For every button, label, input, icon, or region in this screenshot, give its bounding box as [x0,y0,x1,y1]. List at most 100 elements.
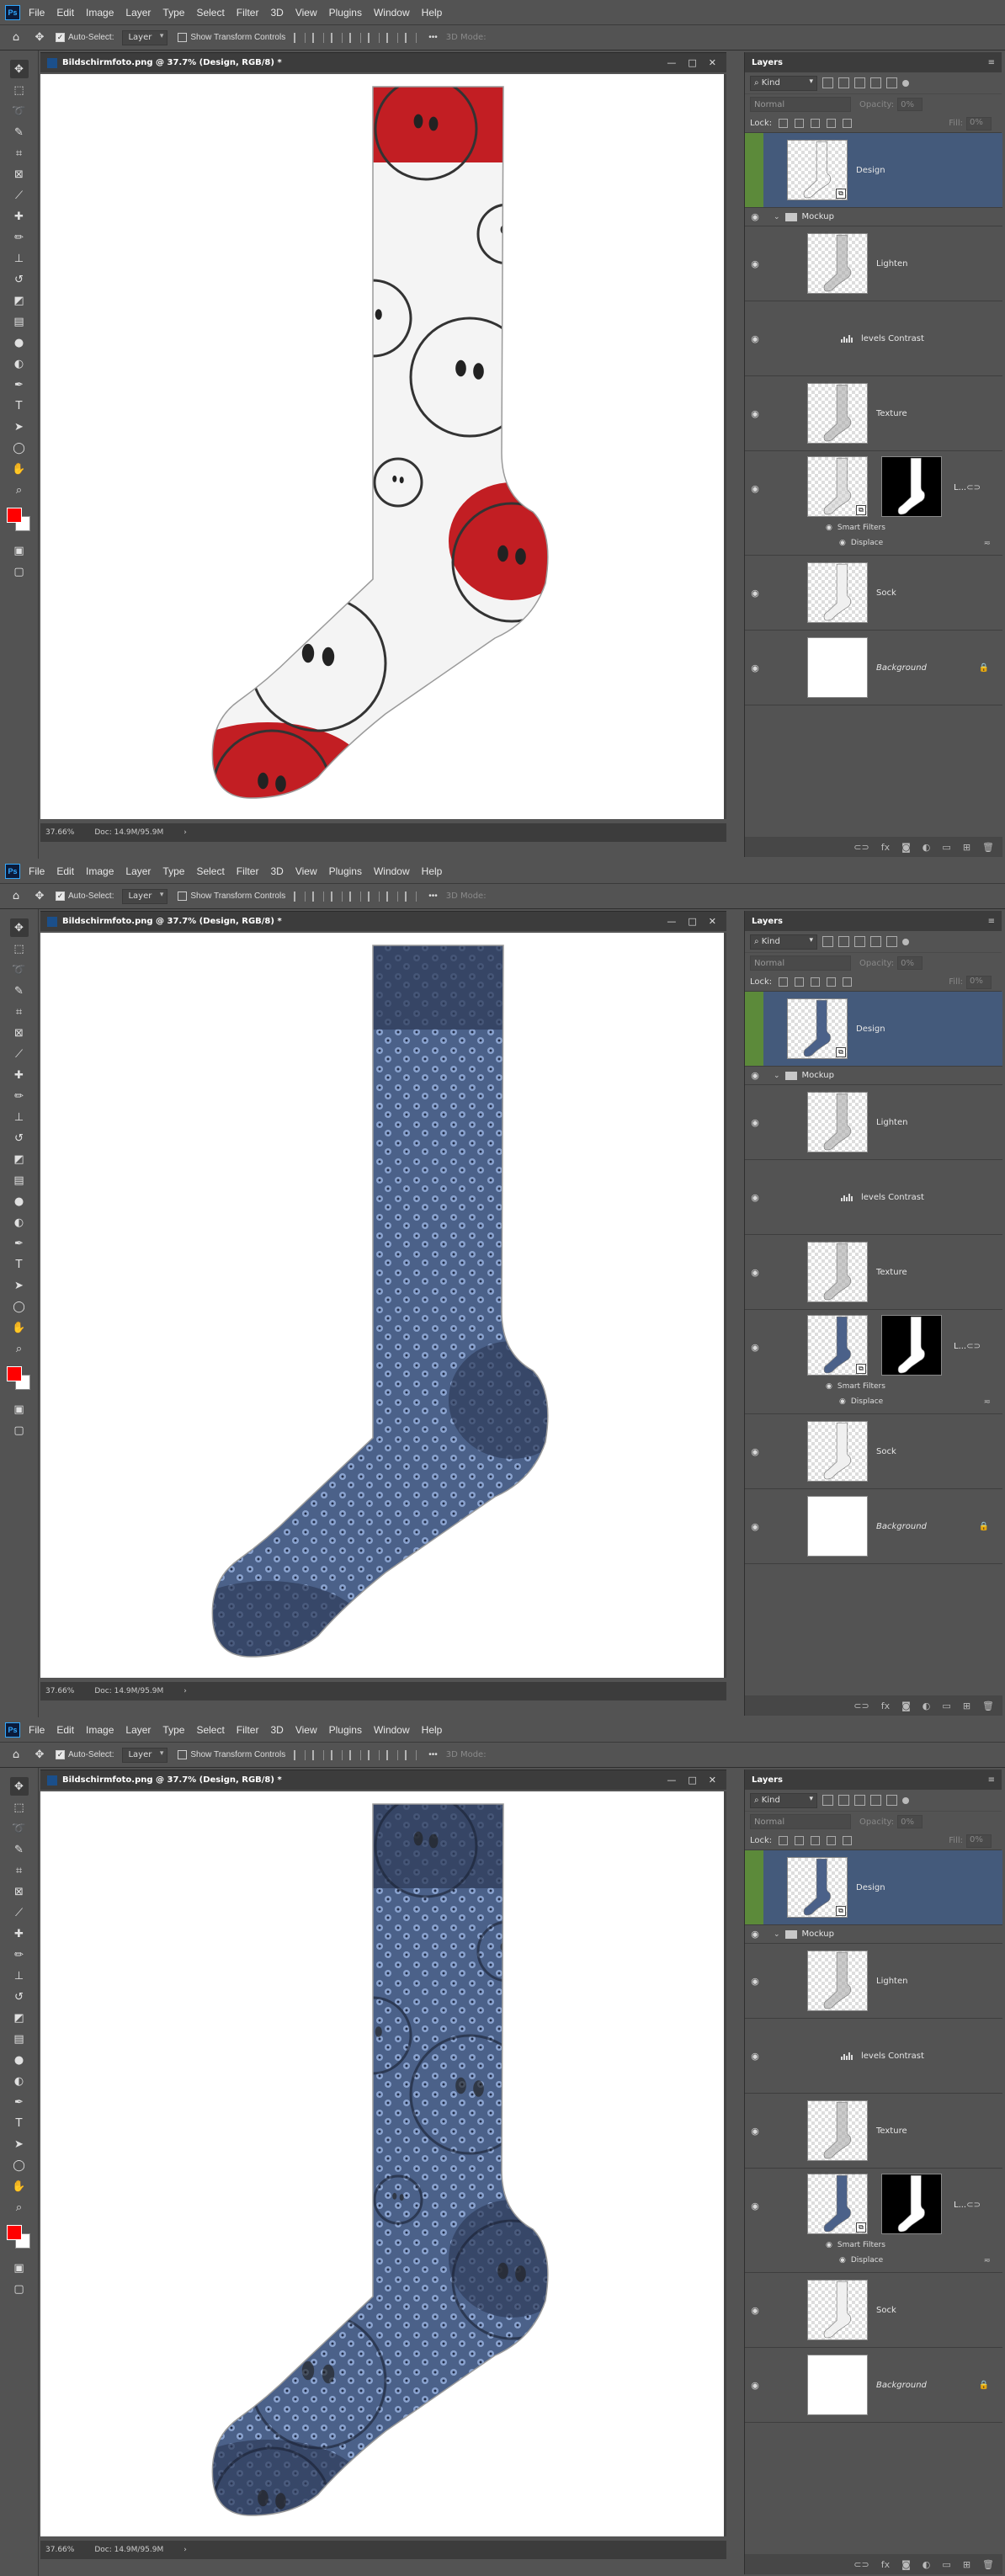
menu-help[interactable]: Help [422,1724,443,1736]
eraser-tool-icon[interactable]: ◩ [10,2009,29,2027]
screen-mode-icon[interactable]: ▢ [10,2280,29,2298]
more-options-button[interactable]: ••• [428,1750,438,1759]
zoom-tool-icon[interactable]: ⌕ [10,2198,29,2217]
move-tool-icon[interactable]: ✥ [32,1748,47,1763]
transform-controls-checkbox[interactable] [178,891,188,901]
document-tab[interactable]: Bildschirmfoto.png @ 37.7% (Design, RGB/… [40,911,726,931]
auto-select-dropdown[interactable]: Layer [122,888,168,904]
add-mask-icon[interactable]: ◙ [901,1700,911,1711]
layer-mask-thumbnail[interactable] [881,2174,942,2234]
eye-icon[interactable]: ◉ [745,2201,765,2211]
stamp-tool-icon[interactable]: ⊥ [10,249,29,268]
adjustment-filter-icon[interactable] [838,1795,849,1806]
menu-type[interactable]: Type [162,865,184,877]
new-layer-icon[interactable]: ⊞ [963,2559,970,2570]
eye-icon[interactable]: ◉ [745,1929,765,1940]
filter-options-icon[interactable]: ≂ [984,539,991,548]
minimize-icon[interactable]: — [667,1775,676,1786]
path-select-icon[interactable]: ➤ [10,1276,29,1295]
eyedropper-tool-icon[interactable]: ⟋ [10,1045,29,1063]
eye-icon[interactable]: ◉ [745,1070,765,1081]
eye-icon[interactable]: ◉ [839,1397,846,1406]
type-tool-icon[interactable]: T [10,1255,29,1274]
layer-background[interactable]: ◉ Background 🔒 [745,1489,1002,1564]
eye-icon[interactable]: ◉ [745,1976,765,1987]
opacity-input[interactable]: 0% [897,956,923,970]
eye-icon[interactable]: ◉ [826,2241,832,2249]
shape-tool-icon[interactable]: ◯ [10,439,29,457]
layer-visibility-off[interactable] [745,1850,763,1924]
panel-menu-icon[interactable]: ≡ [988,58,995,67]
trash-icon[interactable]: 🗑 [982,842,994,853]
lock-transparent-icon[interactable] [779,977,789,987]
blur-tool-icon[interactable]: ● [10,333,29,352]
menu-type[interactable]: Type [162,1724,184,1736]
new-layer-icon[interactable]: ⊞ [963,1700,970,1711]
layer-smart-displace[interactable]: ◉ ⧉ L... ⊂⊃ ◉ Smart Filters ◉ Displace ≂ [745,2169,1002,2273]
filter-toggle-icon[interactable] [902,938,909,945]
brush-tool-icon[interactable]: ✏ [10,1087,29,1105]
layer-levels-contrast[interactable]: ◉ levels Contrast [745,1160,1002,1235]
close-icon[interactable]: ✕ [709,1775,716,1786]
displace-filter-row[interactable]: ◉ Displace [839,1397,883,1406]
layer-design[interactable]: ⧉ Design [745,1850,1002,1925]
new-group-icon[interactable]: ▭ [942,842,950,853]
path-select-icon[interactable]: ➤ [10,418,29,436]
menu-select[interactable]: Select [196,1724,224,1736]
eye-icon[interactable]: ◉ [745,663,765,673]
quick-select-tool-icon[interactable]: ✎ [10,1840,29,1859]
layer-design[interactable]: ⧉ Design [745,992,1002,1067]
filter-toggle-icon[interactable] [902,1796,909,1804]
quick-select-tool-icon[interactable]: ✎ [10,982,29,1000]
new-group-icon[interactable]: ▭ [942,1700,950,1711]
auto-select-checkbox[interactable]: ✓ [56,33,65,42]
more-options-button[interactable]: ••• [428,891,438,901]
smart-filters-row[interactable]: ◉ Smart Filters [826,1382,885,1391]
type-filter-icon[interactable] [854,77,865,88]
lock-image-icon[interactable] [795,119,805,128]
minimize-icon[interactable]: — [667,57,676,68]
menu-view[interactable]: View [295,1724,317,1736]
menu-file[interactable]: File [29,1724,45,1736]
lock-icon[interactable]: 🔒 [979,663,989,673]
menu-window[interactable]: Window [374,865,410,877]
path-select-icon[interactable]: ➤ [10,2135,29,2153]
menu-select[interactable]: Select [196,7,224,19]
lock-artboard-icon[interactable] [827,119,837,128]
blur-tool-icon[interactable]: ● [10,2051,29,2069]
adjustment-icon[interactable]: ◐ [923,842,931,853]
eye-icon[interactable]: ◉ [745,1267,765,1278]
pixel-filter-icon[interactable] [822,77,833,88]
maximize-icon[interactable]: □ [688,916,696,927]
layer-smart-displace[interactable]: ◉ ⧉ L... ⊂⊃ ◉ Smart Filters ◉ Displace ≂ [745,1310,1002,1414]
pixel-filter-icon[interactable] [822,936,833,947]
link-icon[interactable]: ⊂⊃ [966,483,981,492]
menu-plugins[interactable]: Plugins [329,1724,362,1736]
menu-layer[interactable]: Layer [125,7,151,19]
eye-icon[interactable]: ◉ [745,211,765,222]
gradient-tool-icon[interactable]: ▤ [10,1171,29,1190]
gradient-tool-icon[interactable]: ▤ [10,312,29,331]
status-arrow-icon[interactable]: › [183,828,187,837]
lock-image-icon[interactable] [795,977,805,987]
smartobject-filter-icon[interactable] [886,936,897,947]
menu-view[interactable]: View [295,865,317,877]
transform-controls-checkbox[interactable] [178,33,188,42]
eye-icon[interactable]: ◉ [745,408,765,419]
menu-window[interactable]: Window [374,7,410,19]
quick-mask-icon[interactable]: ▣ [10,1400,29,1418]
canvas[interactable] [40,933,724,1678]
scrollbar[interactable] [724,933,726,1678]
color-swatches[interactable] [6,508,32,533]
dodge-tool-icon[interactable]: ◐ [10,1213,29,1232]
trash-icon[interactable]: 🗑 [982,2559,994,2570]
align-icons[interactable] [294,891,417,902]
filter-toggle-icon[interactable] [902,79,909,87]
blend-mode-dropdown[interactable]: Normal [750,97,851,112]
lock-icon[interactable]: 🔒 [979,2381,989,2390]
eye-icon[interactable]: ◉ [745,258,765,269]
status-arrow-icon[interactable]: › [183,1687,187,1695]
screen-mode-icon[interactable]: ▢ [10,1421,29,1440]
eye-icon[interactable]: ◉ [745,2380,765,2391]
eye-icon[interactable]: ◉ [745,1192,765,1203]
